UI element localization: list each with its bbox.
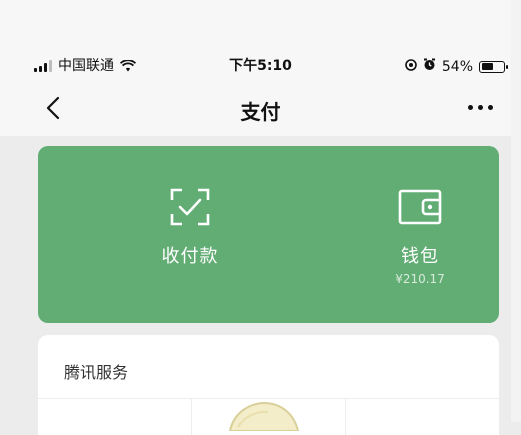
- more-dot: [488, 105, 493, 110]
- wallet-card: 收付款 钱包 ¥210.17: [38, 146, 499, 323]
- pay-receive-label: 收付款: [161, 246, 219, 267]
- page-title: 支付: [240, 100, 281, 124]
- battery-percent: 54%: [441, 58, 473, 75]
- divider: [38, 398, 499, 399]
- battery-icon: [479, 60, 508, 73]
- wallet-icon: [398, 189, 442, 225]
- services-title: 腾讯服务: [64, 363, 129, 382]
- service-app-icon[interactable]: [228, 401, 300, 435]
- more-dot: [478, 105, 483, 110]
- alarm-icon: [423, 58, 436, 75]
- screen-edge: [511, 0, 521, 422]
- wallet-label: 钱包: [401, 246, 439, 267]
- location-icon: [405, 58, 417, 75]
- more-options-button[interactable]: [468, 105, 493, 110]
- grid-divider: [345, 399, 346, 435]
- nav-bar: 支付: [0, 80, 521, 136]
- wallet-button[interactable]: 钱包 ¥210.17: [350, 186, 490, 286]
- status-bar: 中国联通 下午5:10 54%: [0, 50, 521, 80]
- tencent-services-card: 腾讯服务: [38, 335, 499, 435]
- top-blank-area: [0, 0, 521, 50]
- qr-scan-icon: [170, 188, 210, 226]
- more-dot: [468, 105, 473, 110]
- grid-divider: [191, 399, 192, 435]
- wallet-balance: ¥210.17: [395, 272, 445, 286]
- pay-receive-button[interactable]: 收付款: [120, 186, 260, 268]
